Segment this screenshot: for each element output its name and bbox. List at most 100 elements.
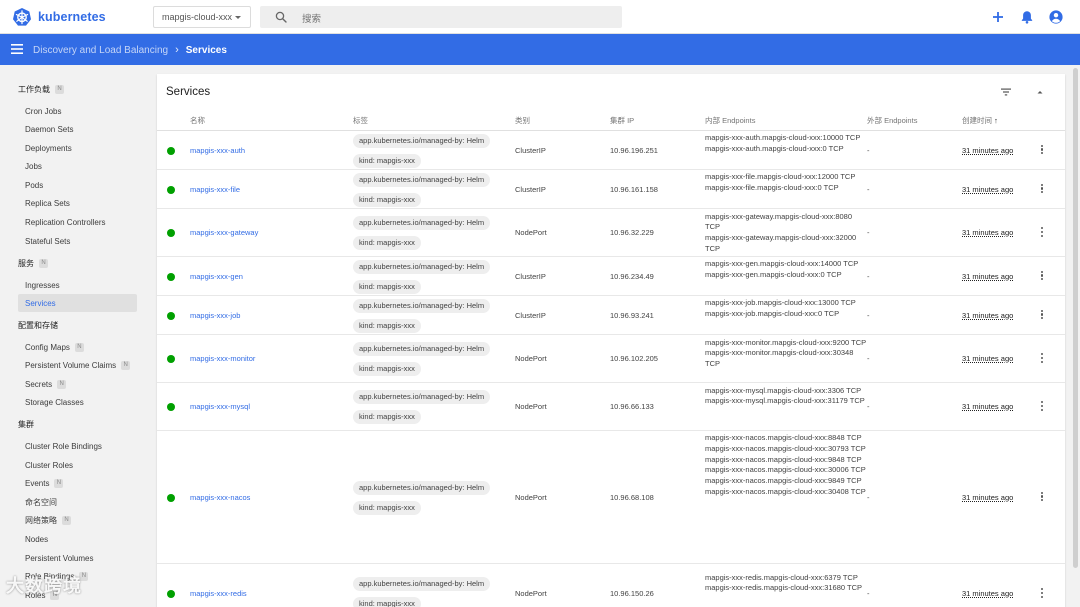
sidebar-item-pvc[interactable]: Persistent Volume Claims N — [0, 356, 156, 374]
label-chip: kind: mapgis-xxx — [353, 362, 421, 376]
service-name-link[interactable]: mapgis-xxx-file — [190, 185, 240, 194]
sidebar-item-label: Config Maps — [25, 342, 70, 352]
sidebar-item-storage-classes[interactable]: Storage Classes — [0, 393, 156, 411]
sidebar-item-cluster-roles[interactable]: Cluster Roles — [0, 456, 156, 474]
service-name-link[interactable]: mapgis-xxx-redis — [190, 589, 247, 598]
namespaced-badge: N — [54, 478, 64, 488]
col-header-internal-endpoints: 内部 Endpoints — [705, 116, 756, 125]
label-chip: app.kubernetes.io/managed-by: Helm — [353, 390, 491, 404]
internal-endpoints: mapgis-xxx-file.mapgis-cloud-xxx:12000 T… — [705, 172, 867, 193]
service-name-link[interactable]: mapgis-xxx-mysql — [190, 402, 250, 411]
more-vert-icon[interactable] — [1039, 183, 1045, 196]
label-chip: app.kubernetes.io/managed-by: Helm — [353, 216, 491, 230]
namespaced-badge: N — [39, 258, 48, 268]
table-row: mapgis-xxx-nacos app.kubernetes.io/manage… — [157, 431, 1065, 564]
cluster-ip: 10.96.32.229 — [610, 228, 654, 237]
namespace-select[interactable]: mapgis-cloud-xxx — [153, 6, 251, 28]
endpoint-entry: mapgis-xxx-gateway.mapgis-cloud-xxx:8080… — [705, 211, 853, 232]
account-icon[interactable] — [1048, 9, 1064, 25]
sidebar-item-network-policies[interactable]: 网络策略 N — [0, 511, 156, 529]
service-name-link[interactable]: mapgis-xxx-monitor — [190, 354, 255, 363]
collapse-icon[interactable] — [1034, 86, 1046, 98]
sidebar-item-replication-controllers[interactable]: Replication Controllers — [0, 213, 156, 231]
label-chip: kind: mapgis-xxx — [353, 279, 421, 294]
sidebar-item-pods[interactable]: Pods — [0, 176, 156, 194]
endpoint-entry: mapgis-xxx-auth.mapgis-cloud-xxx:0 TCP — [705, 143, 844, 153]
more-vert-icon[interactable] — [1039, 270, 1045, 283]
service-name-link[interactable]: mapgis-xxx-job — [190, 311, 240, 320]
sidebar-item-replica-sets[interactable]: Replica Sets — [0, 194, 156, 212]
status-ok-icon — [167, 311, 175, 320]
endpoint-entry: mapgis-xxx-monitor.mapgis-cloud-xxx:3034… — [705, 348, 854, 368]
sidebar-item-services[interactable]: Services — [18, 294, 137, 312]
breadcrumb-parent[interactable]: Discovery and Load Balancing — [33, 45, 168, 56]
internal-endpoints: mapgis-xxx-job.mapgis-cloud-xxx:13000 TC… — [705, 298, 867, 319]
col-header-type[interactable]: 类别 — [515, 115, 530, 126]
endpoint-entry: mapgis-xxx-auth.mapgis-cloud-xxx:10000 T… — [705, 133, 861, 142]
watermark: 大数跨境 — [6, 576, 82, 596]
label-chip: app.kubernetes.io/managed-by: Helm — [353, 298, 491, 313]
status-ok-icon — [167, 229, 175, 237]
more-vert-icon[interactable] — [1039, 144, 1045, 157]
cluster-ip: 10.96.66.133 — [610, 402, 654, 411]
sidebar-item-persistent-volumes[interactable]: Persistent Volumes — [0, 549, 156, 567]
cluster-ip: 10.96.68.108 — [610, 492, 654, 502]
more-vert-icon[interactable] — [1039, 227, 1045, 239]
sidebar-section-workloads[interactable]: 工作负载 N — [0, 80, 156, 98]
more-vert-icon[interactable] — [1039, 588, 1045, 600]
sidebar-section-label: 配置和存储 — [18, 320, 58, 330]
sidebar-section-services[interactable]: 服务 N — [0, 254, 156, 272]
sidebar-section-config-storage[interactable]: 配置和存储 — [0, 316, 156, 334]
service-name-link[interactable]: mapgis-xxx-gateway — [190, 228, 258, 237]
more-vert-icon[interactable] — [1039, 401, 1045, 413]
status-ok-icon — [167, 355, 175, 363]
more-vert-icon[interactable] — [1039, 353, 1045, 365]
sidebar-item-ingresses[interactable]: Ingresses — [0, 276, 156, 294]
sidebar-item-namespaces[interactable]: 命名空间 — [0, 493, 156, 511]
menu-icon[interactable] — [11, 44, 23, 54]
scrollbar[interactable] — [1073, 68, 1078, 568]
bell-icon[interactable] — [1019, 9, 1035, 25]
sidebar-item-stateful-sets[interactable]: Stateful Sets — [0, 232, 156, 250]
internal-endpoints: mapgis-xxx-gateway.mapgis-cloud-xxx:8080… — [705, 212, 867, 255]
col-header-created[interactable]: 创建时间 ↑ — [962, 115, 998, 126]
cluster-ip: 10.96.234.49 — [610, 271, 654, 281]
external-endpoints: - — [867, 310, 870, 320]
col-header-name[interactable]: 名称 — [190, 115, 205, 126]
filter-icon[interactable] — [1000, 86, 1012, 98]
sidebar-item-deployments[interactable]: Deployments — [0, 139, 156, 157]
created-time: 31 minutes ago — [962, 145, 1014, 155]
sidebar-item-config-maps[interactable]: Config Maps N — [0, 338, 156, 356]
sidebar-section-cluster[interactable]: 集群 — [0, 415, 156, 433]
sidebar-section-label: 工作负载 — [18, 84, 50, 94]
sidebar-item-label: Stateful Sets — [25, 236, 71, 246]
service-type: ClusterIP — [515, 271, 546, 281]
status-ok-icon — [167, 185, 175, 194]
sidebar-item-secrets[interactable]: Secrets N — [0, 375, 156, 393]
sidebar-item-cron-jobs[interactable]: Cron Jobs — [0, 102, 156, 120]
col-header-cluster-ip[interactable]: 集群 IP — [610, 115, 634, 126]
sidebar-item-daemon-sets[interactable]: Daemon Sets — [0, 120, 156, 138]
sidebar-item-events[interactable]: Events N — [0, 474, 156, 492]
table-row: mapgis-xxx-gen app.kubernetes.io/managed-… — [157, 257, 1065, 296]
sidebar-item-cluster-role-bindings[interactable]: Cluster Role Bindings — [0, 437, 156, 455]
external-endpoints: - — [867, 145, 870, 155]
external-endpoints: - — [867, 354, 870, 363]
sidebar-item-label: Storage Classes — [25, 397, 84, 407]
more-vert-icon[interactable] — [1039, 491, 1045, 504]
cluster-ip: 10.96.93.241 — [610, 310, 654, 320]
service-name-link[interactable]: mapgis-xxx-auth — [190, 146, 245, 155]
sidebar-item-label: Cluster Roles — [25, 460, 74, 470]
sidebar-item-label: Services — [25, 298, 56, 308]
service-name-link[interactable]: mapgis-xxx-gen — [190, 272, 243, 281]
status-ok-icon — [167, 403, 175, 411]
more-vert-icon[interactable] — [1039, 309, 1045, 322]
card-title: Services — [166, 86, 211, 98]
add-icon[interactable] — [990, 9, 1006, 25]
logo[interactable]: kubernetes — [12, 7, 106, 27]
service-name-link[interactable]: mapgis-xxx-nacos — [190, 493, 250, 502]
search-input[interactable]: 搜索 — [260, 6, 622, 28]
sidebar-item-nodes[interactable]: Nodes — [0, 530, 156, 548]
label-chip: kind: mapgis-xxx — [353, 236, 421, 250]
sidebar-item-jobs[interactable]: Jobs — [0, 157, 156, 175]
